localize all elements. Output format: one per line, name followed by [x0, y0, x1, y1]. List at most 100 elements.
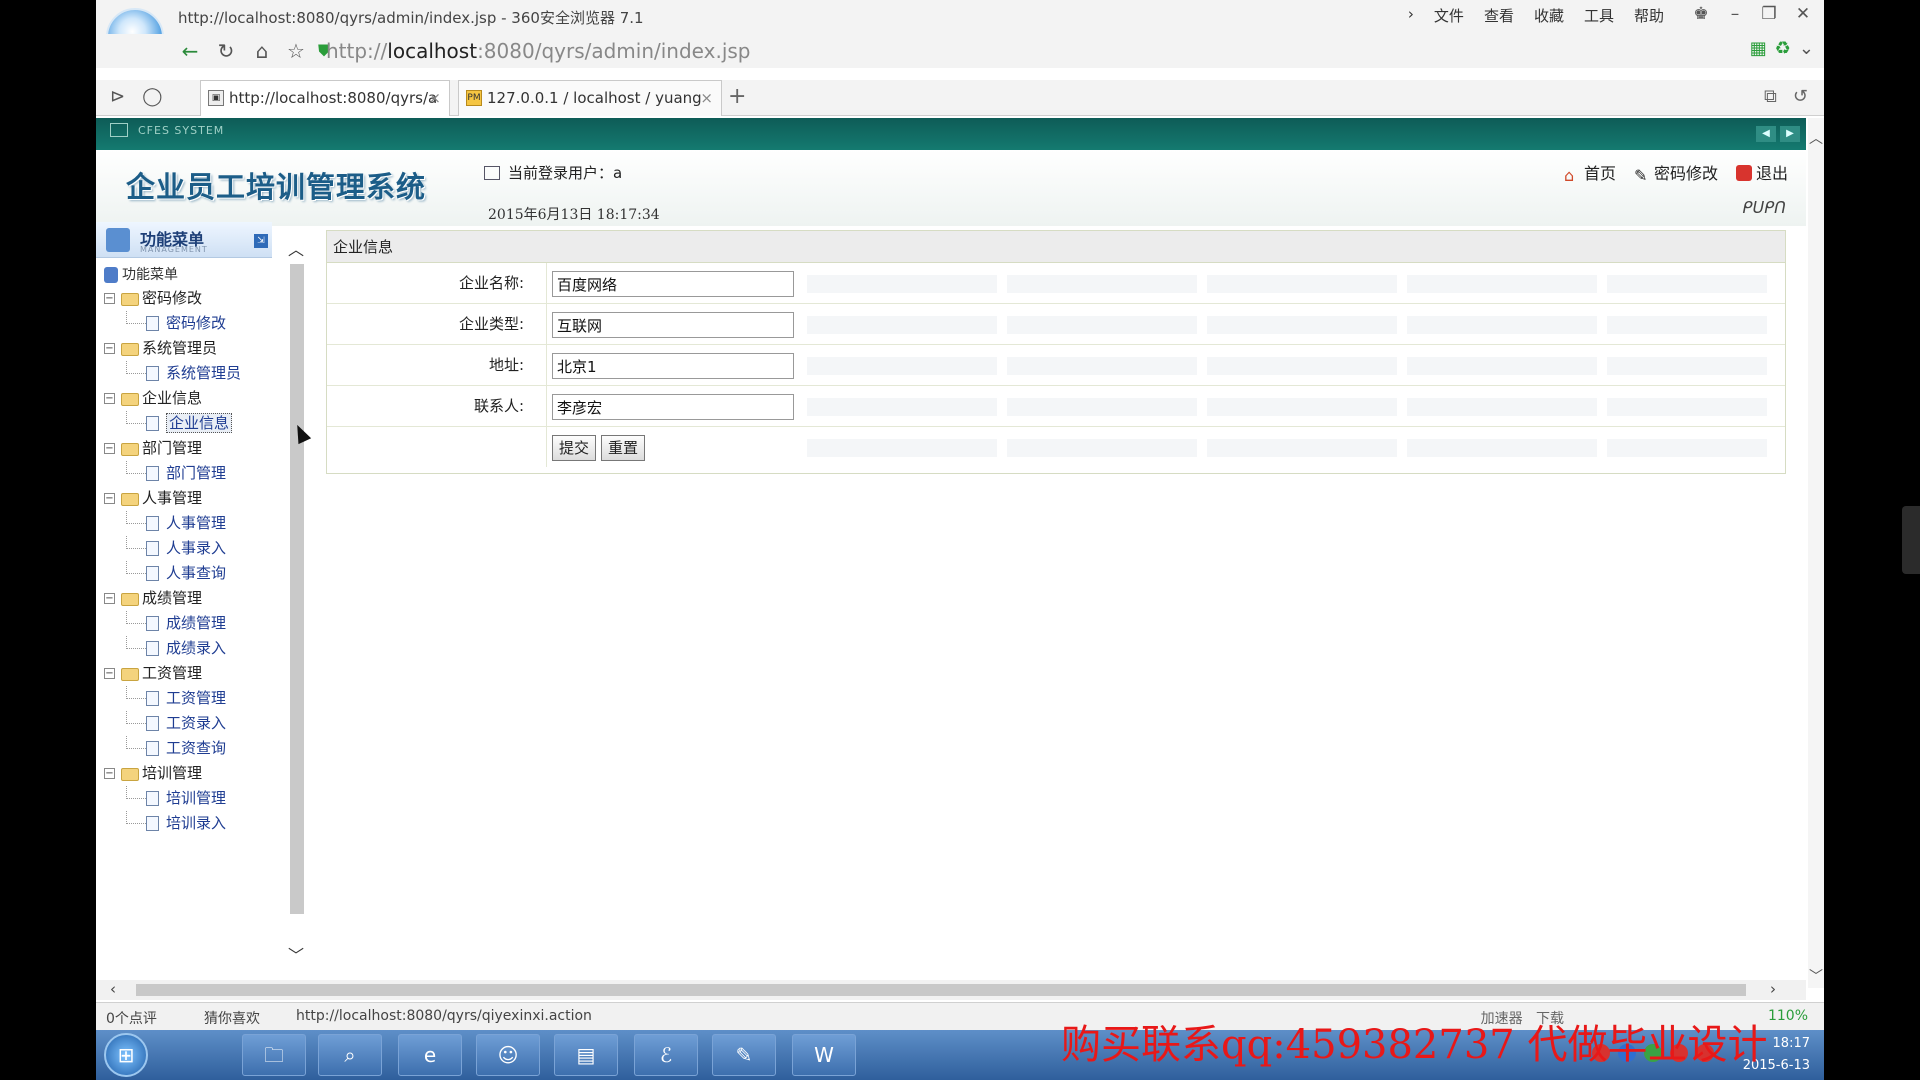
tree-line	[126, 711, 146, 724]
menu-item[interactable]: 成绩管理	[102, 611, 241, 636]
collapse-icon[interactable]: −	[104, 343, 115, 354]
menu-view[interactable]: 查看	[1484, 5, 1514, 26]
search-icon[interactable]: ⌕	[318, 1034, 382, 1076]
menu-group-header[interactable]: − 培训管理	[102, 761, 241, 786]
menu-group-header[interactable]: − 部门管理	[102, 436, 241, 461]
menu-group-header[interactable]: − 企业信息	[102, 386, 241, 411]
logout-link[interactable]: 退出	[1735, 160, 1788, 184]
compat-icon[interactable]: ♻	[1775, 38, 1791, 59]
dropdown-icon[interactable]: ⌄	[1799, 38, 1814, 59]
menu-tools[interactable]: 工具	[1584, 5, 1614, 26]
password-link[interactable]: ✎ 密码修改	[1634, 160, 1718, 185]
page-icon	[146, 416, 159, 431]
sidebar-subtitle: MANAGEMENT	[140, 245, 208, 254]
scroll-left-icon[interactable]: ‹	[110, 980, 116, 998]
menu-item[interactable]: 工资查询	[102, 736, 241, 761]
skin-icon[interactable]: ♚	[1688, 2, 1714, 26]
tab-admin[interactable]: ▣ http://localhost:8080/qyrs/a ×	[200, 80, 450, 116]
restore-tabs-icon[interactable]: ⧉	[1764, 86, 1777, 107]
paint-icon[interactable]: ✎	[712, 1034, 776, 1076]
submit-button[interactable]: 提交	[552, 435, 597, 461]
tab-close-icon[interactable]: ×	[428, 81, 441, 115]
close-button[interactable]: ✕	[1790, 2, 1816, 26]
start-button[interactable]: ⊞	[104, 1033, 148, 1077]
reset-button[interactable]: 重置	[601, 435, 646, 461]
menu-item[interactable]: 工资管理	[102, 686, 241, 711]
refresh-icon[interactable]: ↻	[212, 38, 240, 64]
horizontal-scrollbar[interactable]: ‹ ›	[96, 980, 1806, 1000]
home-link[interactable]: ⌂ 首页	[1564, 160, 1616, 185]
explorer-icon[interactable]: 🗀	[242, 1034, 306, 1076]
winrar-icon[interactable]: ▤	[554, 1034, 618, 1076]
maximize-button[interactable]: ❐	[1756, 2, 1782, 26]
collapse-icon[interactable]: −	[104, 768, 115, 779]
collapse-icon[interactable]: −	[104, 393, 115, 404]
collapse-icon[interactable]: −	[104, 293, 115, 304]
menu-item[interactable]: 成绩录入	[102, 636, 241, 661]
new-tab-button[interactable]: +	[728, 84, 746, 109]
eclipse-icon[interactable]: ℰ	[634, 1034, 698, 1076]
tab-phpmyadmin[interactable]: PM 127.0.0.1 / localhost / yuang ×	[458, 80, 722, 116]
sidebar-scrollbar[interactable]: ︿ ﹀	[288, 236, 306, 966]
star-icon[interactable]: ☆	[282, 38, 310, 64]
menu-item[interactable]: 培训管理	[102, 786, 241, 811]
menu-item[interactable]: 工资录入	[102, 711, 241, 736]
contact-input[interactable]	[552, 394, 794, 420]
browser360-icon[interactable]: e	[398, 1034, 462, 1076]
company-type-input[interactable]	[552, 312, 794, 338]
back-icon[interactable]: ←	[176, 38, 204, 64]
menu-arrow-icon[interactable]: ›	[1408, 5, 1414, 26]
qr-icon[interactable]: ▦	[1750, 38, 1767, 59]
scroll-right-icon[interactable]: ›	[1770, 980, 1776, 998]
qq-icon[interactable]: ☺	[476, 1034, 540, 1076]
tree-root[interactable]: 功能菜单	[102, 264, 241, 286]
company-name-input[interactable]	[552, 271, 794, 297]
menu-group-header[interactable]: − 成绩管理	[102, 586, 241, 611]
page-scrollbar[interactable]: ︿ ﹀	[1808, 118, 1824, 988]
sidebar-toggle-icon[interactable]: ⊳ ◯	[110, 86, 162, 107]
strip-left-icon[interactable]: ◀	[1756, 126, 1776, 142]
scroll-down-icon[interactable]: ﹀	[1809, 966, 1823, 986]
tab-close-icon[interactable]: ×	[700, 81, 713, 115]
undo-close-icon[interactable]: ↺	[1793, 86, 1808, 107]
address-input[interactable]	[552, 353, 794, 379]
strip-right-icon[interactable]: ▶	[1780, 126, 1800, 142]
menu-group-header[interactable]: − 系统管理员	[102, 336, 241, 361]
menu-item[interactable]: 系统管理员	[102, 361, 241, 386]
menu-item[interactable]: 部门管理	[102, 461, 241, 486]
edge-handle[interactable]	[1902, 506, 1920, 574]
menu-help[interactable]: 帮助	[1634, 5, 1664, 26]
comments-count[interactable]: 0个点评	[106, 1008, 157, 1028]
collapse-icon[interactable]: −	[104, 593, 115, 604]
menu-item[interactable]: 密码修改	[102, 311, 241, 336]
address-bar[interactable]: http://localhost:8080/qyrs/admin/index.j…	[326, 37, 1796, 65]
word-icon[interactable]: W	[792, 1034, 856, 1076]
recommend-link[interactable]: 猜你喜欢	[204, 1008, 260, 1028]
collapse-icon[interactable]: −	[104, 493, 115, 504]
menu-item[interactable]: 培训录入	[102, 811, 241, 836]
collapse-icon[interactable]: −	[104, 668, 115, 679]
menu-group: − 企业信息 企业信息	[102, 386, 241, 436]
sidebar: 功能菜单 MANAGEMENT ⇲ 功能菜单 − 密码修改 密码修改 − 系统管理员 系统…	[96, 222, 272, 987]
menu-favorites[interactable]: 收藏	[1534, 5, 1564, 26]
home-icon[interactable]: ⌂	[248, 38, 276, 64]
scroll-up-icon[interactable]: ︿	[288, 236, 304, 260]
menu-group-header[interactable]: − 密码修改	[102, 286, 241, 311]
collapse-icon[interactable]: −	[104, 443, 115, 454]
menu-item[interactable]: 人事查询	[102, 561, 241, 586]
tree-line	[126, 361, 146, 374]
menu-group-header[interactable]: − 工资管理	[102, 661, 241, 686]
menu-file[interactable]: 文件	[1434, 5, 1464, 26]
minimize-button[interactable]: –	[1722, 2, 1748, 26]
collapse-icon[interactable]: ⇲	[254, 234, 268, 248]
hscroll-thumb[interactable]	[136, 984, 1746, 996]
scroll-up-icon[interactable]: ︿	[1809, 128, 1823, 148]
menu-group-header[interactable]: − 人事管理	[102, 486, 241, 511]
zoom-level[interactable]: 110%	[1768, 1008, 1808, 1024]
menu-item[interactable]: 人事管理	[102, 511, 241, 536]
scroll-down-icon[interactable]: ﹀	[288, 942, 304, 966]
system-title: 企业员工培训管理系统	[126, 170, 427, 204]
menu-item[interactable]: 企业信息	[102, 411, 241, 436]
menu-item[interactable]: 人事录入	[102, 536, 241, 561]
scroll-thumb[interactable]	[290, 264, 304, 914]
